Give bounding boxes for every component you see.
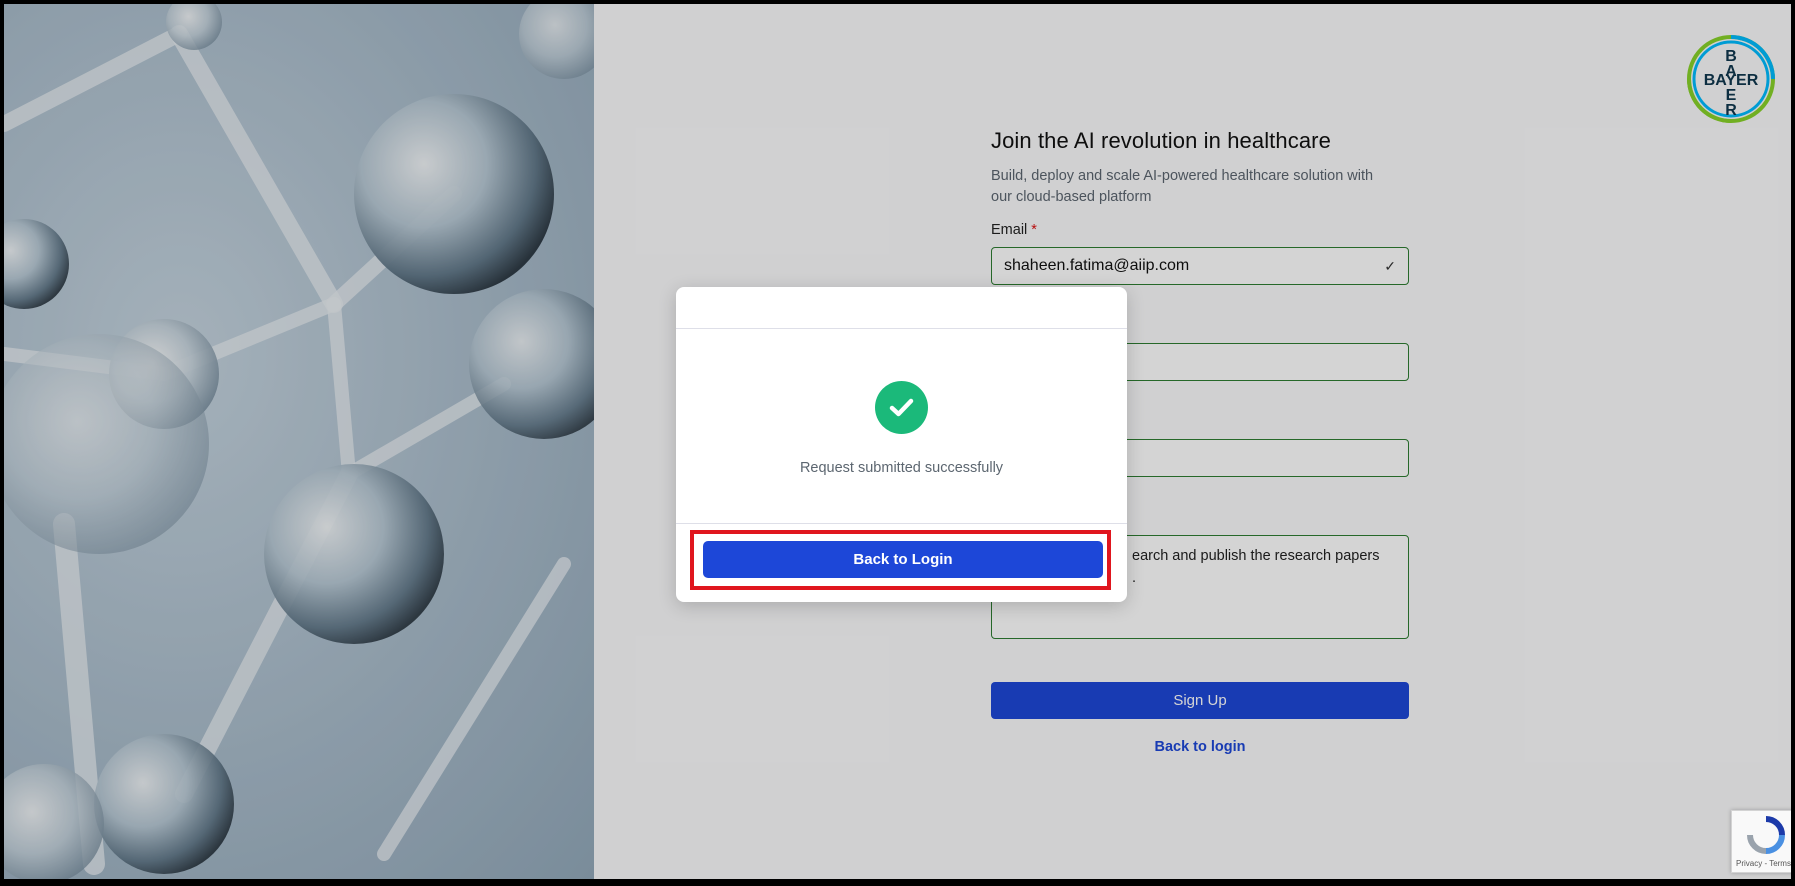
success-modal: Request submitted successfully Back to L…	[676, 287, 1127, 602]
modal-header	[676, 287, 1127, 329]
recaptcha-terms[interactable]: Privacy - Terms	[1736, 859, 1791, 868]
recaptcha-badge[interactable]: Privacy - Terms	[1731, 810, 1791, 873]
browser-viewport: B A BAYER E R Join the AI revolution in …	[4, 4, 1791, 879]
check-circle-icon	[875, 381, 928, 434]
modal-divider	[676, 523, 1127, 524]
back-to-login-button[interactable]: Back to Login	[703, 541, 1103, 578]
success-message: Request submitted successfully	[799, 460, 1004, 476]
recaptcha-icon	[1747, 816, 1785, 854]
